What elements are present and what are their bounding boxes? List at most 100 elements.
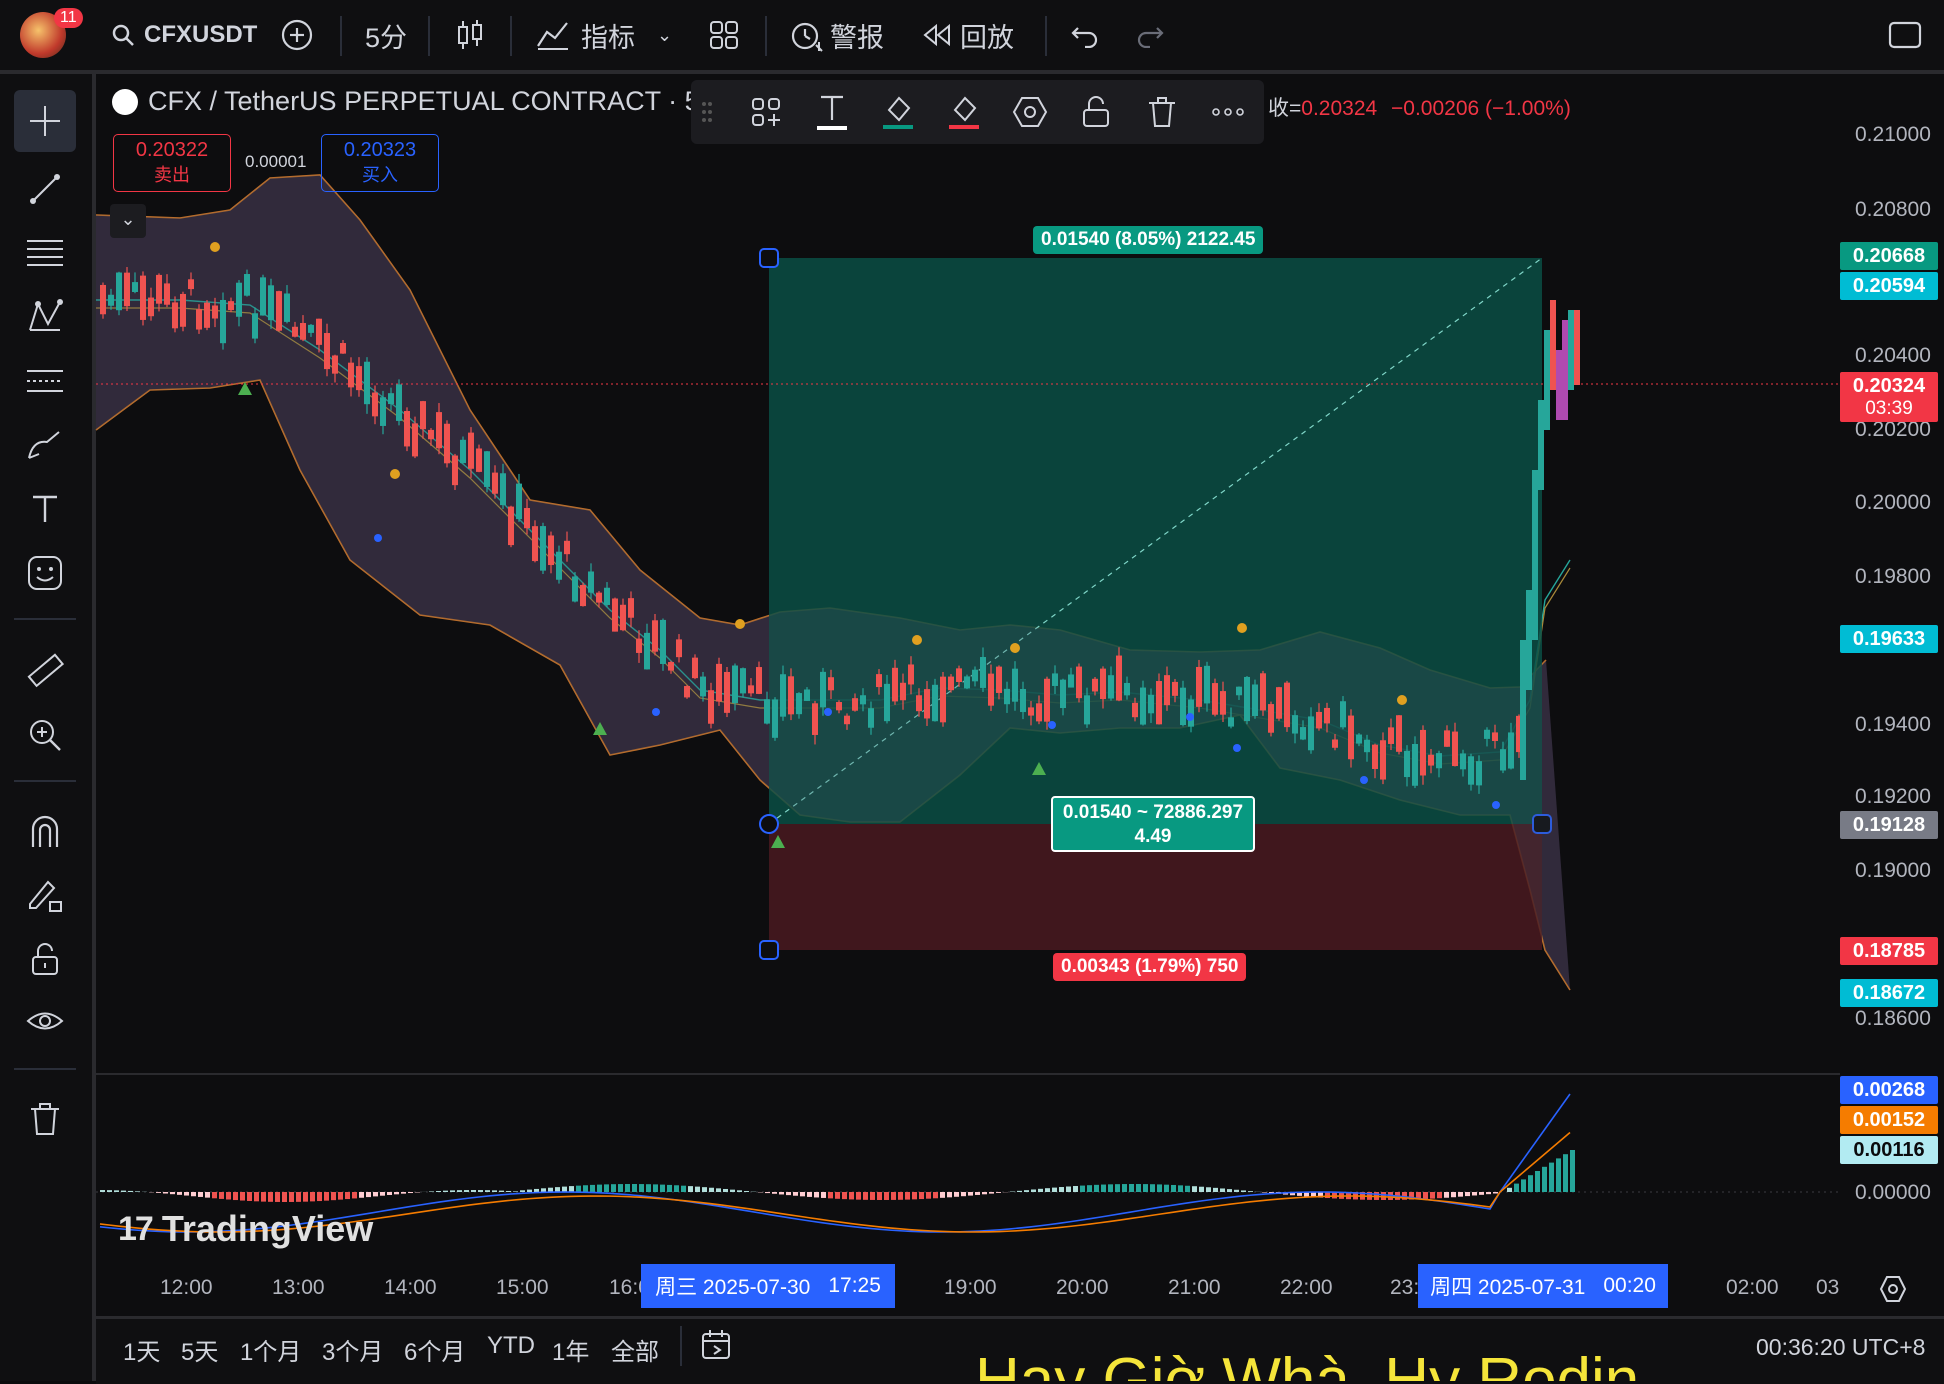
price-axis-label: 0.20400 bbox=[1855, 344, 1931, 368]
candle-body bbox=[1076, 667, 1082, 699]
macd-tag: 0.00268 bbox=[1840, 1076, 1938, 1104]
position-handle bbox=[760, 941, 778, 959]
range-button[interactable]: 3个月 bbox=[322, 1332, 383, 1367]
macd-histogram-bar bbox=[667, 1185, 672, 1192]
settings-button[interactable] bbox=[1007, 90, 1053, 134]
macd-histogram-bar bbox=[352, 1192, 357, 1198]
price-chart[interactable] bbox=[0, 0, 1944, 1381]
clock[interactable]: 00:36:20 UTC+8 bbox=[1756, 1334, 1925, 1361]
buy-button[interactable]: 0.20323 买入 bbox=[321, 134, 439, 192]
range-button[interactable]: 6个月 bbox=[404, 1332, 465, 1367]
candle-body bbox=[916, 695, 922, 711]
fill-color-red-button[interactable] bbox=[941, 90, 987, 134]
price-axis-label: 0.19800 bbox=[1855, 565, 1931, 589]
macd-histogram-bar bbox=[107, 1190, 112, 1192]
candle-body bbox=[1412, 744, 1418, 786]
candle-body bbox=[1300, 727, 1306, 739]
candle-body bbox=[204, 303, 210, 328]
candle-body bbox=[812, 703, 818, 735]
stop-label[interactable]: 0.00343 (1.79%) 750 bbox=[1053, 953, 1246, 981]
sell-label: 卖出 bbox=[114, 163, 230, 188]
legend-title[interactable]: CFX / TetherUS PERPETUAL CONTRACT · 5 · bbox=[148, 86, 716, 117]
template-button[interactable] bbox=[743, 90, 789, 134]
macd-histogram-bar bbox=[366, 1192, 371, 1197]
position-center-label[interactable]: 0.01540 ~ 72886.297 4.49 bbox=[1051, 796, 1255, 852]
candle-body bbox=[700, 677, 706, 697]
candle-body bbox=[332, 355, 338, 373]
fill-color-green-button[interactable] bbox=[875, 90, 921, 134]
macd-histogram-bar bbox=[954, 1192, 959, 1197]
drag-handle[interactable] bbox=[695, 90, 719, 134]
signal-dot bbox=[652, 708, 660, 716]
range-button[interactable]: 1年 bbox=[552, 1332, 589, 1367]
macd-histogram-bar bbox=[310, 1192, 315, 1201]
price-tag: 0.18672 bbox=[1840, 979, 1938, 1007]
macd-histogram-bar bbox=[632, 1184, 637, 1192]
candle-body bbox=[1452, 732, 1458, 766]
candle-body bbox=[300, 323, 306, 340]
price-tag: 0.19633 bbox=[1840, 625, 1938, 653]
macd-histogram-bar bbox=[191, 1192, 196, 1196]
candle-body bbox=[1004, 689, 1010, 704]
macd-histogram-bar bbox=[100, 1190, 105, 1192]
macd-histogram-bar bbox=[1059, 1187, 1064, 1192]
macd-histogram-bar bbox=[590, 1185, 595, 1192]
candle-body bbox=[1562, 320, 1568, 420]
candle-body bbox=[1332, 739, 1338, 747]
macd-histogram-bar bbox=[912, 1192, 917, 1199]
candle-body bbox=[516, 484, 522, 520]
candle-body bbox=[1550, 300, 1556, 390]
candle-body bbox=[1012, 669, 1018, 702]
range-button[interactable]: 1个月 bbox=[240, 1332, 301, 1367]
macd-histogram-bar bbox=[1570, 1150, 1575, 1192]
target-label[interactable]: 0.01540 (8.05%) 2122.45 bbox=[1033, 226, 1263, 254]
candle-body bbox=[1140, 688, 1146, 725]
candle-body bbox=[236, 283, 242, 317]
candle-body bbox=[884, 684, 890, 721]
price-axis-label: 0.18600 bbox=[1855, 1007, 1931, 1031]
range-button[interactable]: 全部 bbox=[611, 1332, 659, 1367]
candle-body bbox=[636, 639, 642, 653]
delete-button[interactable] bbox=[1139, 90, 1185, 134]
candle-body bbox=[252, 313, 258, 338]
macd-histogram-bar bbox=[1178, 1185, 1183, 1192]
candle-body bbox=[588, 571, 594, 592]
axis-settings-button[interactable] bbox=[1878, 1274, 1908, 1309]
macd-histogram-bar bbox=[807, 1192, 812, 1197]
candle-body bbox=[356, 366, 362, 390]
range-button[interactable]: YTD bbox=[487, 1332, 535, 1360]
range-button[interactable]: 5天 bbox=[181, 1332, 218, 1367]
range-button[interactable]: 1天 bbox=[123, 1332, 160, 1367]
collapse-legend-button[interactable]: ⌄ bbox=[110, 204, 146, 238]
sell-button[interactable]: 0.20322 卖出 bbox=[113, 134, 231, 192]
macd-histogram-bar bbox=[1528, 1175, 1533, 1192]
macd-histogram-bar bbox=[1220, 1188, 1225, 1192]
macd-histogram-bar bbox=[849, 1192, 854, 1199]
candle-body bbox=[1364, 740, 1370, 752]
candle-body bbox=[1100, 669, 1106, 699]
candle-body bbox=[1164, 675, 1170, 705]
candle-body bbox=[1492, 732, 1498, 741]
candle-body bbox=[260, 277, 266, 315]
time-axis-label: 02:00 bbox=[1726, 1276, 1779, 1300]
candle-body bbox=[388, 393, 394, 404]
goto-date-button[interactable] bbox=[700, 1328, 734, 1367]
candle-body bbox=[1156, 681, 1162, 724]
signal-dot bbox=[1186, 713, 1194, 721]
macd-histogram-bar bbox=[1192, 1186, 1197, 1192]
macd-histogram-bar bbox=[576, 1186, 581, 1192]
lock-button[interactable] bbox=[1073, 90, 1119, 134]
text-style-button[interactable] bbox=[809, 90, 855, 134]
candle-body bbox=[1244, 677, 1250, 721]
macd-histogram-bar bbox=[877, 1192, 882, 1200]
macd-histogram-bar bbox=[387, 1192, 392, 1195]
candle-body bbox=[580, 585, 586, 606]
candle-body bbox=[476, 449, 482, 472]
macd-histogram-bar bbox=[156, 1192, 161, 1193]
macd-histogram-bar bbox=[170, 1192, 175, 1194]
macd-histogram-bar bbox=[1136, 1184, 1141, 1192]
signal-dot bbox=[1010, 643, 1020, 653]
more-button[interactable] bbox=[1205, 90, 1251, 134]
candle-body bbox=[572, 576, 578, 601]
candle-body bbox=[124, 273, 130, 307]
